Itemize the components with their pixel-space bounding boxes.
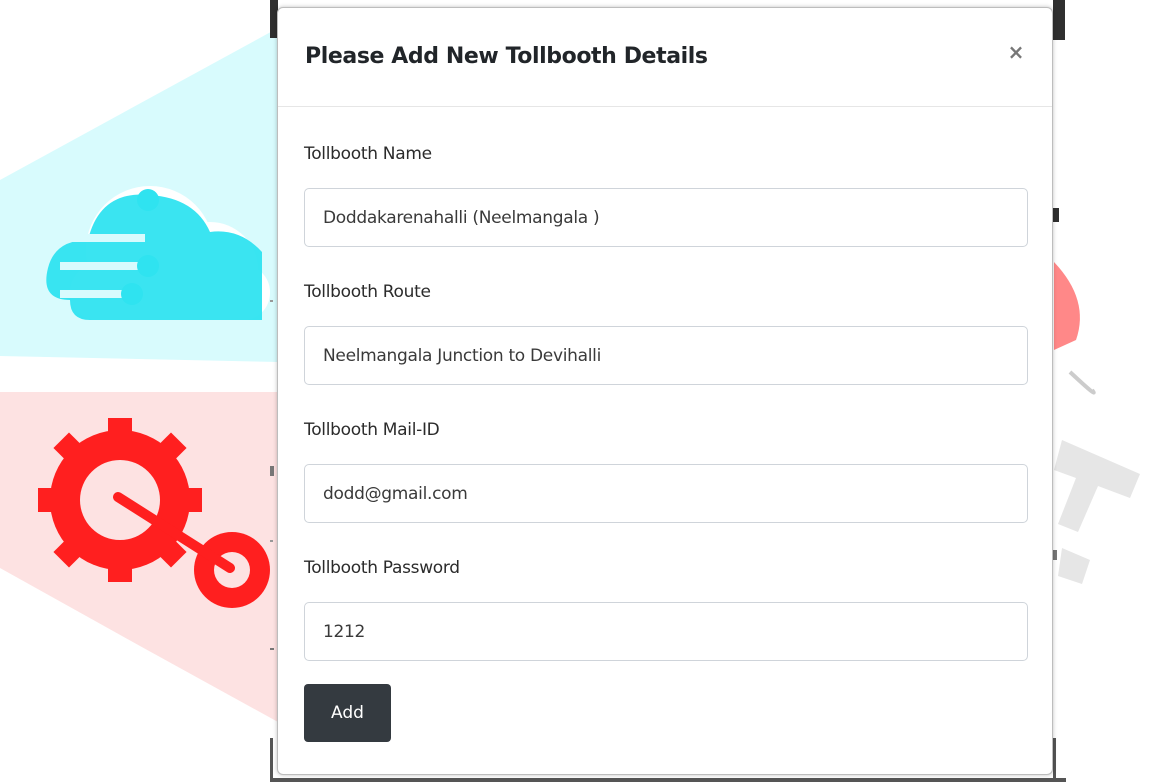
tollbooth-password-label: Tollbooth Password <box>304 558 460 578</box>
add-tollbooth-modal: Please Add New Tollbooth Details × Tollb… <box>277 7 1053 775</box>
modal-title: Please Add New Tollbooth Details <box>305 44 708 69</box>
screen: Please Add New Tollbooth Details × Tollb… <box>0 0 1166 782</box>
tollbooth-mail-input[interactable] <box>304 464 1028 523</box>
tollbooth-name-label: Tollbooth Name <box>304 144 432 164</box>
close-icon[interactable]: × <box>1004 40 1028 64</box>
tollbooth-password-input[interactable] <box>304 602 1028 661</box>
tollbooth-route-input[interactable] <box>304 326 1028 385</box>
tollbooth-name-input[interactable] <box>304 188 1028 247</box>
add-button[interactable]: Add <box>304 684 391 742</box>
tollbooth-route-label: Tollbooth Route <box>304 282 431 302</box>
modal-header: Please Add New Tollbooth Details × <box>278 8 1052 107</box>
tollbooth-mail-label: Tollbooth Mail-ID <box>304 420 440 440</box>
